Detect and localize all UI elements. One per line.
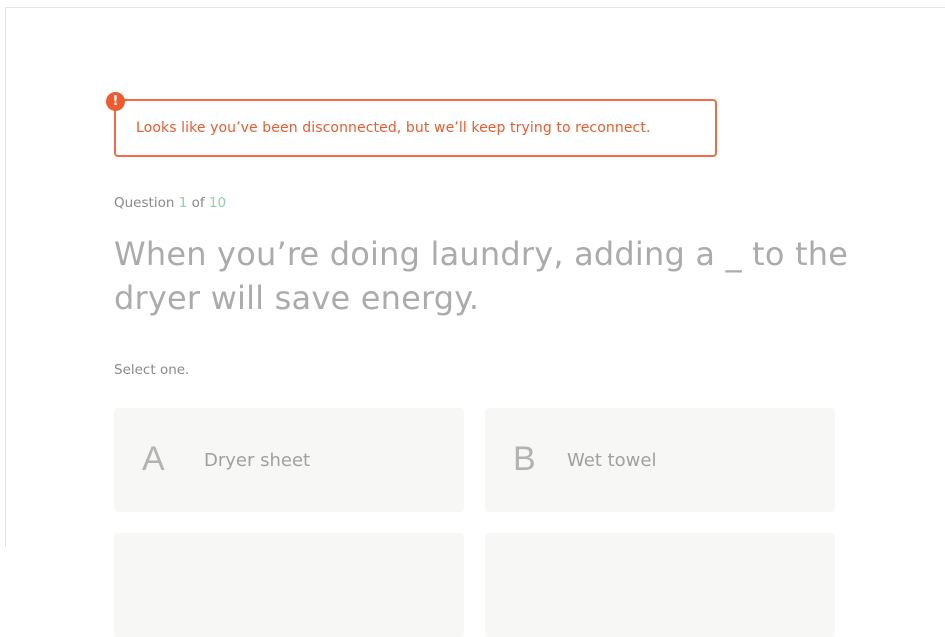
question-text: When you’re doing laundry, adding a _ to… <box>114 235 849 317</box>
exclamation-icon: ! <box>106 92 125 111</box>
answer-option-a[interactable]: A Dryer sheet <box>114 408 464 512</box>
option-letter: B <box>513 440 536 478</box>
answer-option-c[interactable] <box>114 533 464 637</box>
progress-total: 10 <box>208 195 227 211</box>
option-label: Wet towel <box>567 450 657 471</box>
progress-separator: of <box>191 195 205 211</box>
instruction-text: Select one. <box>114 362 190 378</box>
progress-prefix: Question <box>114 195 175 211</box>
disconnect-alert: Looks like you’ve been disconnected, but… <box>114 99 717 157</box>
question-progress: Question 1 of 10 <box>114 195 226 211</box>
alert-message: Looks like you’ve been disconnected, but… <box>136 120 651 136</box>
option-label: Dryer sheet <box>204 450 311 471</box>
option-letter: A <box>142 440 165 478</box>
answer-option-b[interactable]: B Wet towel <box>485 408 835 512</box>
answer-option-d[interactable] <box>485 533 835 637</box>
progress-current: 1 <box>178 195 188 211</box>
